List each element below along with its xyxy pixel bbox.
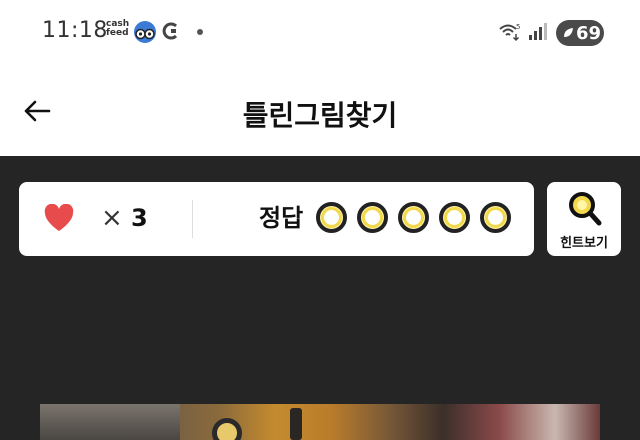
signal-icon [529,23,547,40]
cashfeed-notification-icon: cash feed [106,19,130,38]
c-notification-icon [162,22,178,40]
puzzle-image[interactable] [40,404,600,440]
leaf-icon [564,28,573,37]
hint-label: 힌트보기 [560,236,608,251]
answer-slot-icon [357,202,388,233]
app-header: 틀린그림찾기 [0,64,640,156]
image-region [40,404,180,440]
answer-slot-icon [480,202,511,233]
divider [192,200,193,238]
status-time: 11:18 [42,18,108,43]
status-bar: 11:18 cash feed 5 69 [0,0,640,64]
wifi-icon: 5 [499,23,520,42]
image-region [212,418,242,440]
svg-text:5: 5 [516,23,520,31]
hint-button[interactable]: 힌트보기 [547,182,621,256]
heart-icon [44,204,74,231]
page-title: 틀린그림찾기 [242,99,398,132]
answer-slot-icon [316,202,347,233]
image-region [290,408,302,440]
status-card: × 3 정답 [19,182,534,256]
game-area: × 3 정답 힌트보기 [0,156,640,440]
battery-level: 69 [576,22,602,44]
answer-slots [316,202,511,233]
battery-indicator: 69 [556,20,604,46]
lives-count: 3 [131,204,148,232]
answer-slot-icon [398,202,429,233]
answer-label: 정답 [259,204,304,232]
answer-slot-icon [439,202,470,233]
lives-multiplier: × [101,203,123,233]
owl-notification-icon [134,21,156,43]
magnifier-icon [569,192,602,226]
more-notifications-dot [197,29,203,35]
